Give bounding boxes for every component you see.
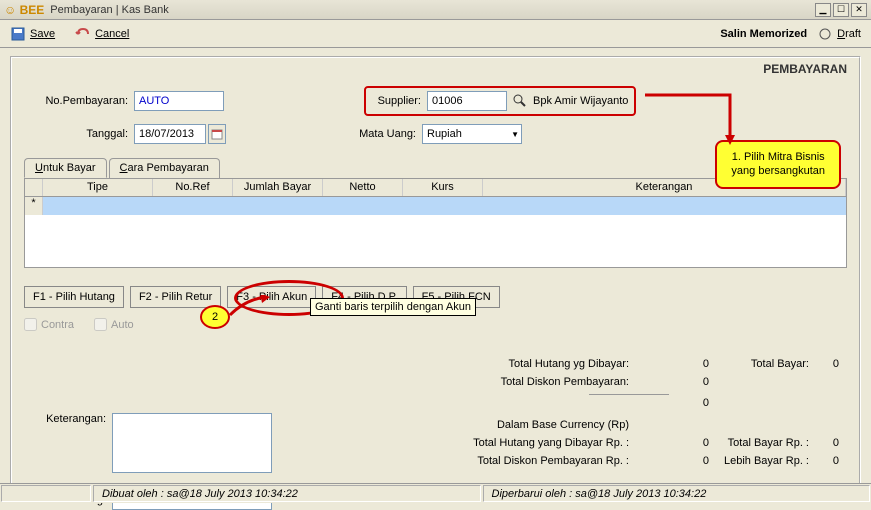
maximize-button[interactable]: ☐ [833,3,849,17]
total-bayar-rp-label: Total Bayar Rp. : [709,437,809,449]
total-bayar-value: 0 [809,358,839,370]
callout2-text: 2 [212,311,218,323]
contra-checkbox: Contra [24,318,74,331]
supplier-highlight-box: Supplier: Bpk Amir Wijayanto [364,86,636,116]
row-star: * [25,197,43,215]
totals: Total Hutang yg Dibayar: 0 Total Bayar: … [409,358,839,473]
total-hutang-value: 0 [629,358,709,370]
status-diperbarui: Diperbarui oleh : sa@18 July 2013 10:34:… [483,485,871,502]
close-button[interactable]: ✕ [851,3,867,17]
hutang-rp-label: Total Hutang yang Dibayar Rp. : [409,437,629,449]
tab-untuk-bayar[interactable]: Untuk Bayar [24,158,107,178]
col-kurs[interactable]: Kurs [403,179,483,196]
calendar-button[interactable] [208,124,226,144]
salin-memorized-button[interactable]: Salin Memorized [720,28,807,40]
total-bayar-rp-value: 0 [809,437,839,449]
col-noref[interactable]: No.Ref [153,179,233,196]
statusbar: Dibuat oleh : sa@18 July 2013 10:34:22 D… [0,483,871,503]
titlebar: ☺ BEE Pembayaran | Kas Bank ▁ ☐ ✕ [0,0,871,20]
grid-row-selector-header [25,179,43,196]
keterangan-area: Keterangan: [32,413,272,473]
row-cell[interactable] [43,197,846,215]
no-pembayaran-label: No.Pembayaran: [24,95,134,107]
cancel-button[interactable]: Cancel [75,26,129,42]
auto-label: Auto [111,319,134,331]
draft-label: raft [845,28,861,40]
chevron-down-icon: ▼ [511,130,519,139]
contra-label: Contra [41,319,74,331]
col-jumlah[interactable]: Jumlah Bayar [233,179,323,196]
minimize-button[interactable]: ▁ [815,3,831,17]
status-cell-1 [1,485,91,502]
total-bayar-label: Total Bayar: [709,358,809,370]
matauang-label: Mata Uang: [356,128,422,140]
diskon-rp-value: 0 [629,455,709,467]
total-sum-value: 0 [629,397,709,409]
annotation-callout-2: 2 [200,305,230,329]
callout1-line2: yang bersangkutan [731,164,825,178]
tanggal-input[interactable] [134,124,206,144]
save-label: Save [30,28,55,40]
supplier-code-input[interactable] [427,91,507,111]
salin-label: Salin Memorized [720,28,807,40]
contra-check-input [24,318,37,331]
auto-checkbox: Auto [94,318,134,331]
annotation-callout-1: 1. Pilih Mitra Bisnis yang bersangkutan [715,140,841,189]
cancel-label: Cancel [95,28,129,40]
no-pembayaran-input[interactable] [134,91,224,111]
total-diskon-label: Total Diskon Pembayaran: [409,376,629,388]
window-title: Pembayaran | Kas Bank [50,4,168,16]
bee-logo: ☺ BEE [4,3,44,17]
col-netto[interactable]: Netto [323,179,403,196]
tab-cara-pembayaran[interactable]: Cara Pembayaran [109,158,220,178]
save-button[interactable]: Save [10,26,55,42]
supplier-label: Supplier: [372,95,427,107]
keterangan-input[interactable] [112,413,272,473]
checkbox-row: Contra Auto [24,318,847,331]
tanggal-label: Tanggal: [24,128,134,140]
base-currency-label: Dalam Base Currency (Rp) [409,419,629,431]
matauang-value: Rupiah [427,128,462,140]
total-hutang-label: Total Hutang yg Dibayar: [409,358,629,370]
lebih-rp-value: 0 [809,455,839,467]
draft-button[interactable]: Draft [817,26,861,42]
calendar-icon [211,128,223,140]
draft-icon [817,26,833,42]
auto-check-input [94,318,107,331]
keterangan-label: Keterangan: [32,413,112,473]
diskon-rp-label: Total Diskon Pembayaran Rp. : [409,455,629,467]
cancel-icon [75,26,91,42]
tooltip-text: Ganti baris terpilih dengan Akun [315,301,471,313]
grid: Tipe No.Ref Jumlah Bayar Netto Kurs Kete… [24,178,847,268]
status-dibuat: Dibuat oleh : sa@18 July 2013 10:34:22 [93,485,481,502]
search-icon [513,94,527,108]
callout1-line1: 1. Pilih Mitra Bisnis [731,150,825,164]
f2-pilih-retur-button[interactable]: F2 - Pilih Retur [130,286,221,308]
grid-body[interactable]: * [25,197,846,267]
supplier-name: Bpk Amir Wijayanto [533,95,628,107]
f1-pilih-hutang-button[interactable]: F1 - Pilih Hutang [24,286,124,308]
main-panel: PEMBAYARAN No.Pembayaran: Supplier: Bpk … [10,56,861,486]
toolbar: Save Cancel Salin Memorized Draft [0,20,871,48]
content: PEMBAYARAN No.Pembayaran: Supplier: Bpk … [0,48,871,494]
hutang-rp-value: 0 [629,437,709,449]
col-tipe[interactable]: Tipe [43,179,153,196]
tooltip: Ganti baris terpilih dengan Akun [310,298,476,316]
save-icon [10,26,26,42]
f3-pilih-akun-button[interactable]: F3 - Pilih Akun [227,286,316,308]
lebih-rp-label: Lebih Bayar Rp. : [709,455,809,467]
panel-title: PEMBAYARAN [763,62,847,76]
total-diskon-value: 0 [629,376,709,388]
supplier-lookup-button[interactable] [511,92,529,110]
table-row[interactable]: * [25,197,846,215]
matauang-combo[interactable]: Rupiah ▼ [422,124,522,144]
